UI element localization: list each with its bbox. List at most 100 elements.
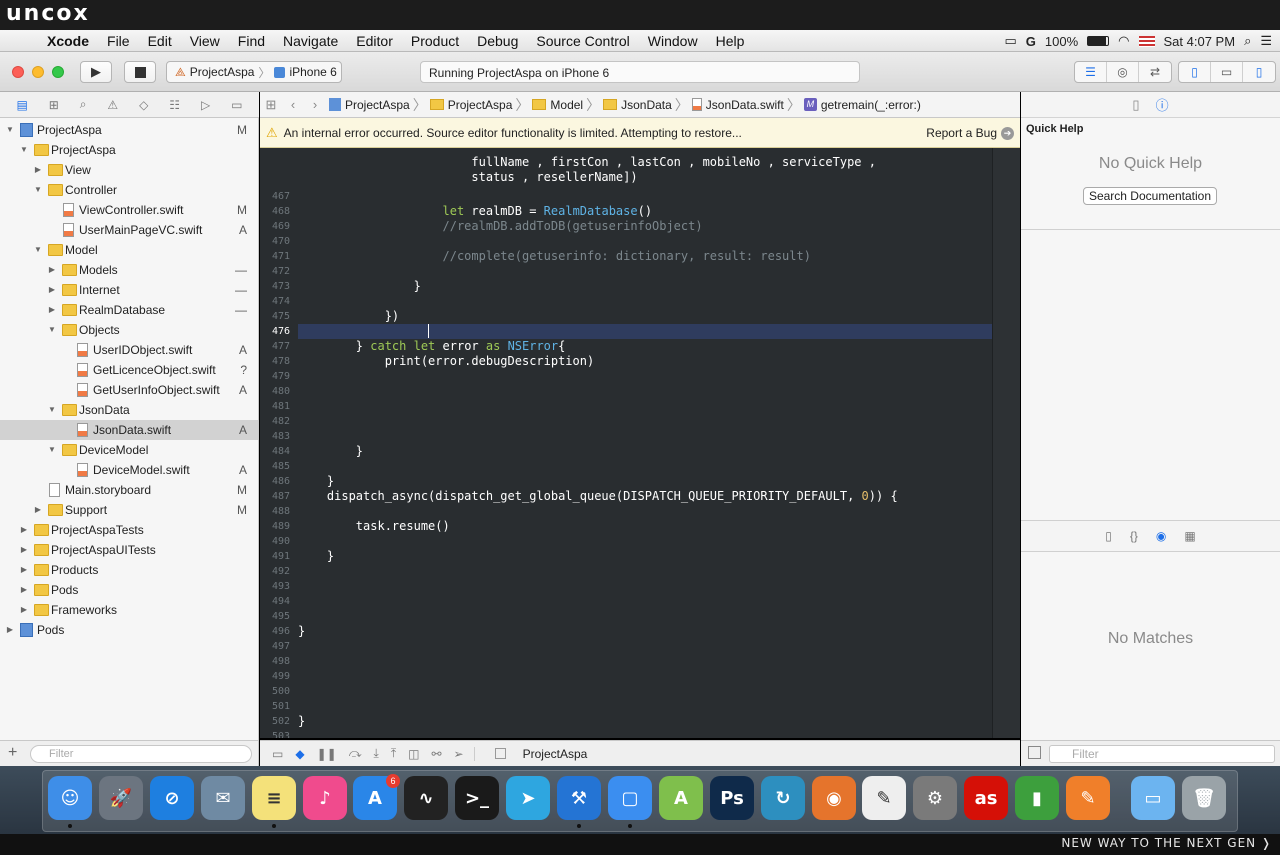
symbol-navigator-icon[interactable]: ⊞ (49, 98, 59, 112)
dock-lastfm-icon[interactable]: as (964, 776, 1008, 820)
tree-row[interactable]: Main.storyboard M (0, 480, 258, 500)
navigator-toggle-icon[interactable]: ▯ (1179, 62, 1211, 82)
disclosure-triangle-icon[interactable]: ▼ (46, 400, 58, 420)
breakpoint-navigator-icon[interactable]: ▷ (201, 98, 210, 112)
step-out-icon[interactable]: ⤒ (391, 746, 396, 761)
zoom-window-button[interactable] (52, 66, 64, 78)
disclosure-triangle-icon[interactable]: ▶ (32, 160, 44, 180)
view-hierarchy-icon[interactable]: ◫ (408, 747, 419, 761)
spotlight-icon[interactable]: ⌕ (1244, 33, 1251, 49)
menu-view[interactable]: View (181, 33, 229, 49)
menu-file[interactable]: File (98, 33, 139, 49)
disclosure-triangle-icon[interactable]: ▶ (46, 260, 58, 280)
dock-terminal-icon[interactable]: >_ (455, 776, 499, 820)
flag-icon[interactable] (1138, 35, 1155, 47)
memory-graph-icon[interactable]: ⚯ (431, 747, 441, 761)
go-forward-icon[interactable]: › (304, 97, 326, 112)
battery-percent[interactable]: 100% (1045, 34, 1078, 49)
menu-source-control[interactable]: Source Control (527, 33, 638, 49)
file-inspector-icon[interactable]: ▯ (1132, 97, 1139, 113)
debug-navigator-icon[interactable]: ☷ (169, 98, 180, 112)
wifi-icon[interactable]: ◠ (1118, 33, 1129, 49)
breadcrumb-file[interactable]: JsonData.swift (689, 98, 787, 112)
disclosure-triangle-icon[interactable]: ▼ (4, 120, 16, 140)
menu-find[interactable]: Find (229, 33, 274, 49)
version-editor-icon[interactable]: ⇄ (1139, 62, 1171, 82)
dock-telegram-icon[interactable]: ➤ (506, 776, 550, 820)
disclosure-triangle-icon[interactable]: ▶ (18, 580, 30, 600)
menu-editor[interactable]: Editor (347, 33, 402, 49)
search-documentation-button[interactable]: Search Documentation (1083, 187, 1217, 205)
tree-row[interactable]: ▶ View (0, 160, 258, 180)
disclosure-triangle-icon[interactable]: ▼ (46, 440, 58, 460)
pause-icon[interactable]: ❚❚ (317, 747, 337, 761)
tree-row[interactable]: ▶ Pods (0, 580, 258, 600)
library-filter-input[interactable]: Filter (1049, 745, 1275, 763)
minimize-window-button[interactable] (32, 66, 44, 78)
disclosure-triangle-icon[interactable]: ▶ (32, 500, 44, 520)
dock-system-preferences-icon[interactable]: ⚙ (913, 776, 957, 820)
disclosure-triangle-icon[interactable]: ▶ (18, 540, 30, 560)
standard-editor-icon[interactable]: ☰ (1075, 62, 1107, 82)
tree-row[interactable]: ▼ Model (0, 240, 258, 260)
grid-view-icon[interactable] (1028, 746, 1041, 759)
dock-notes-icon[interactable]: ≡ (252, 776, 296, 820)
tree-row[interactable]: ViewController.swift M (0, 200, 258, 220)
issue-navigator-icon[interactable]: ⚠ (107, 98, 118, 112)
disclosure-triangle-icon[interactable]: ▶ (18, 600, 30, 620)
location-icon[interactable]: ➢ (454, 747, 464, 761)
dock-firefox-icon[interactable]: ◉ (812, 776, 856, 820)
test-navigator-icon[interactable]: ◇ (139, 98, 148, 112)
file-template-library-icon[interactable]: ▯ (1105, 529, 1112, 543)
tree-row[interactable]: ▶ Models — (0, 260, 258, 280)
dock-launchpad-icon[interactable]: 🚀 (99, 776, 143, 820)
dock-safari-icon[interactable]: ⊘ (150, 776, 194, 820)
battery-icon[interactable] (1087, 36, 1110, 46)
tree-row[interactable]: ▼ ProjectAspa M (0, 120, 258, 140)
hide-debug-area-icon[interactable]: ▭ (272, 747, 283, 761)
stop-button[interactable] (124, 61, 156, 83)
notification-center-icon[interactable]: ☰ (1260, 33, 1272, 49)
breadcrumb-project[interactable]: ProjectAspa (326, 98, 413, 112)
source-editor[interactable]: 467 468 469 470 471 472 473 474 475 476 477 478 479 4… (260, 148, 1020, 738)
object-library-icon[interactable]: ◉ (1156, 529, 1166, 543)
airplay-icon[interactable]: ▭ (1005, 33, 1017, 49)
navigator-filter-input[interactable]: Filter (30, 745, 252, 763)
close-window-button[interactable] (12, 66, 24, 78)
process-selector[interactable]: ProjectAspa (473, 746, 587, 761)
project-navigator-icon[interactable]: ▤ (16, 98, 27, 112)
dock-instruments-icon[interactable]: ✎ (1066, 776, 1110, 820)
report-navigator-icon[interactable]: ▭ (231, 98, 242, 112)
disclosure-triangle-icon[interactable]: ▼ (18, 140, 30, 160)
disclosure-triangle-icon[interactable]: ▼ (46, 320, 58, 340)
dock-downloads-folder-icon[interactable]: ▭ (1131, 776, 1175, 820)
disclosure-triangle-icon[interactable]: ▼ (32, 180, 44, 200)
debug-area-toggle-icon[interactable]: ▭ (1211, 62, 1243, 82)
grammarly-icon[interactable]: G (1026, 34, 1036, 49)
menu-app-name[interactable]: Xcode (38, 33, 98, 49)
step-over-icon[interactable]: ⤼ (349, 746, 362, 761)
step-in-icon[interactable]: ⤓ (374, 746, 379, 761)
disclosure-triangle-icon[interactable]: ▼ (32, 240, 44, 260)
tree-row[interactable]: ▶ ProjectAspaUITests (0, 540, 258, 560)
tree-row[interactable]: ▶ Products (0, 560, 258, 580)
tree-row[interactable]: UserMainPageVC.swift A (0, 220, 258, 240)
dock-android-studio-icon[interactable]: A (659, 776, 703, 820)
tree-row[interactable]: ▼ JsonData (0, 400, 258, 420)
disclosure-triangle-icon[interactable]: ▶ (18, 560, 30, 580)
tree-row[interactable]: ▶ ProjectAspaTests (0, 520, 258, 540)
dock-numbers-icon[interactable]: ▮ (1015, 776, 1059, 820)
breadcrumb-method[interactable]: Mgetremain(_:error:) (801, 98, 924, 112)
menu-edit[interactable]: Edit (139, 33, 181, 49)
tree-row[interactable]: UserIDObject.swift A (0, 340, 258, 360)
dock-photoshop-icon[interactable]: Ps (710, 776, 754, 820)
tree-row[interactable]: GetLicenceObject.swift? (0, 360, 258, 380)
dock-preview-icon[interactable]: ✉ (201, 776, 245, 820)
quick-help-inspector-icon[interactable]: ⓘ (1156, 95, 1169, 114)
dock-textedit-icon[interactable]: ✎ (862, 776, 906, 820)
add-file-icon[interactable]: + (8, 744, 17, 762)
tree-row[interactable]: ▼ ProjectAspa (0, 140, 258, 160)
related-items-icon[interactable]: ⊞ (260, 97, 282, 113)
menu-navigate[interactable]: Navigate (274, 33, 347, 49)
dock-finder-icon[interactable]: ☺ (48, 776, 92, 820)
